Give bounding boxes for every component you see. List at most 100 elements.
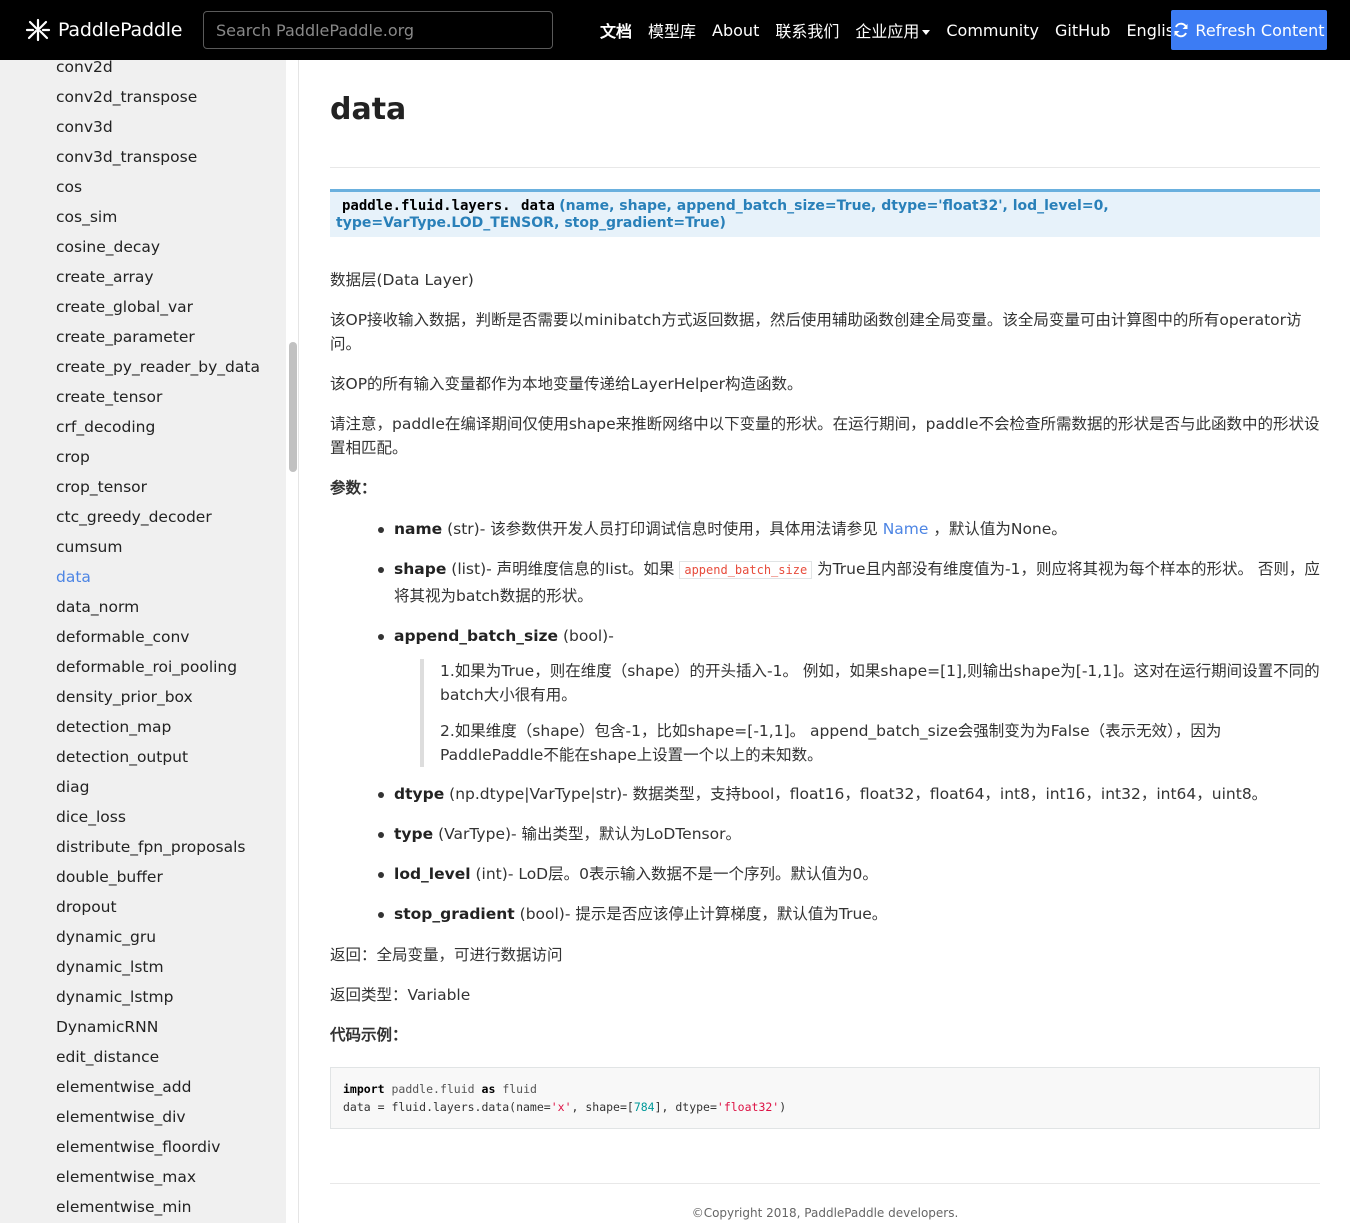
main-content: data paddle.fluid.layers. data (name, sh… [330,60,1320,1220]
param-desc: - [608,627,614,645]
sidebar-item-edit-distance[interactable]: edit_distance [56,1042,260,1072]
footer-copyright: ©Copyright 2018, PaddlePaddle developers… [691,1206,959,1220]
sidebar-item-distribute-fpn-proposals[interactable]: distribute_fpn_proposals [56,832,260,862]
sidebar-item-double-buffer[interactable]: double_buffer [56,862,260,892]
nav-enterprise-dropdown[interactable]: 企业应用 [847,18,938,42]
inline-code: append_batch_size [679,561,813,579]
brand[interactable]: PaddlePaddle [24,16,182,44]
param-item-append-batch-size: append_batch_size (bool)- 1.如果为True，则在维度… [378,623,1320,767]
param-type: (np.dtype|VarType|str) [449,785,623,803]
return-type-text: 返回类型：Variable [330,986,471,1004]
nav-community[interactable]: Community [938,21,1047,40]
code-example-heading: 代码示例： [330,1026,408,1044]
code-string: 'float32' [716,1100,780,1114]
signature-module: paddle.fluid.layers. [342,198,511,214]
footer-divider [330,1183,1320,1184]
nav-docs[interactable]: 文档 [592,18,640,42]
sidebar-item-cosine-decay[interactable]: cosine_decay [56,232,260,262]
sidebar-item-create-parameter[interactable]: create_parameter [56,322,260,352]
param-item-shape: shape (list)- 声明维度信息的list。如果 append_batc… [378,556,1320,609]
param-type: (bool) [519,905,565,923]
sidebar-item-dice-loss[interactable]: dice_loss [56,802,260,832]
param-name: dtype [394,785,445,803]
sidebar-item-cos-sim[interactable]: cos_sim [56,202,260,232]
returns-text: 返回：全局变量，可进行数据访问 [330,946,563,964]
param-item-name: name (str)- 该参数供开发人员打印调试信息时使用，具体用法请参见 Na… [378,516,1320,542]
sidebar-scrollbar-thumb[interactable] [289,342,297,472]
sidebar-item-conv3d-transpose[interactable]: conv3d_transpose [56,142,260,172]
param-type: (list) [451,560,487,578]
param-desc: - 输出类型，默认为LoDTensor。 [511,825,741,843]
sidebar-item-cumsum[interactable]: cumsum [56,532,260,562]
sidebar-item-dropout[interactable]: dropout [56,892,260,922]
sidebar-item-elementwise-floordiv[interactable]: elementwise_floordiv [56,1132,260,1162]
code-text: ) [779,1100,787,1114]
refresh-label: Refresh Content [1195,20,1325,40]
sidebar-item-conv2d[interactable]: conv2d [56,60,260,82]
sidebar-item-conv3d[interactable]: conv3d [56,112,260,142]
code-keyword: import [343,1082,385,1096]
code-example-block[interactable]: import paddle.fluid as fluid data = flui… [330,1067,1320,1129]
nav-about[interactable]: About [704,21,767,40]
sidebar-item-density-prior-box[interactable]: density_prior_box [56,682,260,712]
paragraph-note: 请注意，paddle在编译期间仅使用shape来推断网络中以下变量的形状。在运行… [330,415,1320,457]
sidebar-item-elementwise-add[interactable]: elementwise_add [56,1072,260,1102]
nav-github[interactable]: GitHub [1047,21,1118,40]
search-input[interactable] [203,11,553,49]
blockquote: 1.如果为True，则在维度（shape）的开头插入-1。 例如，如果shape… [420,659,1320,767]
nav-models[interactable]: 模型库 [640,18,704,42]
param-name: append_batch_size [394,627,559,645]
code-text: data = fluid.layers.data(name= [343,1100,551,1114]
sidebar-item-create-array[interactable]: create_array [56,262,260,292]
sidebar-item-dynamic-gru[interactable]: dynamic_gru [56,922,260,952]
param-desc-post: ，默认值为None。 [928,520,1067,538]
sidebar-item-elementwise-div[interactable]: elementwise_div [56,1102,260,1132]
sidebar-list: conv2d conv2d_transpose conv3d conv3d_trans… [56,60,260,1222]
name-link[interactable]: Name [883,520,929,538]
function-signature: paddle.fluid.layers. data (name, shape, … [330,189,1320,237]
sidebar-item-data-norm[interactable]: data_norm [56,592,260,622]
params-heading: 参数： [330,479,377,497]
nav-contact[interactable]: 联系我们 [767,18,847,42]
sidebar-item-detection-map[interactable]: detection_map [56,712,260,742]
sidebar-item-ctc-greedy-decoder[interactable]: ctc_greedy_decoder [56,502,260,532]
sidebar-item-cos[interactable]: cos [56,172,260,202]
code-text: ], dtype= [654,1100,717,1114]
page-title: data [330,90,1320,168]
code-number: 784 [633,1100,655,1114]
paragraph-description: 该OP接收输入数据，判断是否需要以minibatch方式返回数据，然后使用辅助函… [330,311,1302,353]
sidebar-item-elementwise-max[interactable]: elementwise_max [56,1162,260,1192]
code-string: 'x' [550,1100,572,1114]
sidebar-item-dynamicrnn[interactable]: DynamicRNN [56,1012,260,1042]
sidebar-item-diag[interactable]: diag [56,772,260,802]
sidebar-item-dynamic-lstm[interactable]: dynamic_lstm [56,952,260,982]
blockquote-point-2: 2.如果维度（shape）包含-1，比如shape=[-1,1]。 append… [440,722,1222,764]
sidebar-item-create-py-reader-by-data[interactable]: create_py_reader_by_data [56,352,260,382]
signature-name: data [521,198,555,214]
refresh-content-button[interactable]: Refresh Content [1171,10,1327,50]
top-navbar: PaddlePaddle 文档 模型库 About 联系我们 企业应用 Comm… [0,0,1350,60]
sidebar-nav: conv2d conv2d_transpose conv3d conv3d_trans… [0,60,286,1223]
code-alias: fluid [502,1082,537,1096]
sidebar-item-deformable-conv[interactable]: deformable_conv [56,622,260,652]
param-desc: - 声明维度信息的list。如果 [486,560,680,578]
param-item-lod-level: lod_level (int)- LoD层。0表示输入数据不是一个序列。默认值为… [378,861,1320,887]
sidebar-item-dynamic-lstmp[interactable]: dynamic_lstmp [56,982,260,1012]
sidebar-item-elementwise-min[interactable]: elementwise_min [56,1192,260,1222]
divider [298,60,299,1223]
code-keyword: as [481,1082,496,1096]
sidebar-item-deformable-roi-pooling[interactable]: deformable_roi_pooling [56,652,260,682]
sidebar-item-crf-decoding[interactable]: crf_decoding [56,412,260,442]
sidebar-item-create-tensor[interactable]: create_tensor [56,382,260,412]
sidebar-item-data[interactable]: data [56,562,260,592]
nav-links: 文档 模型库 About 联系我们 企业应用 Community GitHub … [592,0,1192,60]
param-item-type: type (VarType)- 输出类型，默认为LoDTensor。 [378,821,1320,847]
sidebar-item-detection-output[interactable]: detection_output [56,742,260,772]
code-text: , shape=[ [571,1100,634,1114]
sidebar-item-crop-tensor[interactable]: crop_tensor [56,472,260,502]
sidebar-item-conv2d-transpose[interactable]: conv2d_transpose [56,82,260,112]
sidebar-item-crop[interactable]: crop [56,442,260,472]
sidebar-item-create-global-var[interactable]: create_global_var [56,292,260,322]
refresh-icon [1174,22,1188,38]
param-desc: - 提示是否应该停止计算梯度，默认值为True。 [564,905,888,923]
